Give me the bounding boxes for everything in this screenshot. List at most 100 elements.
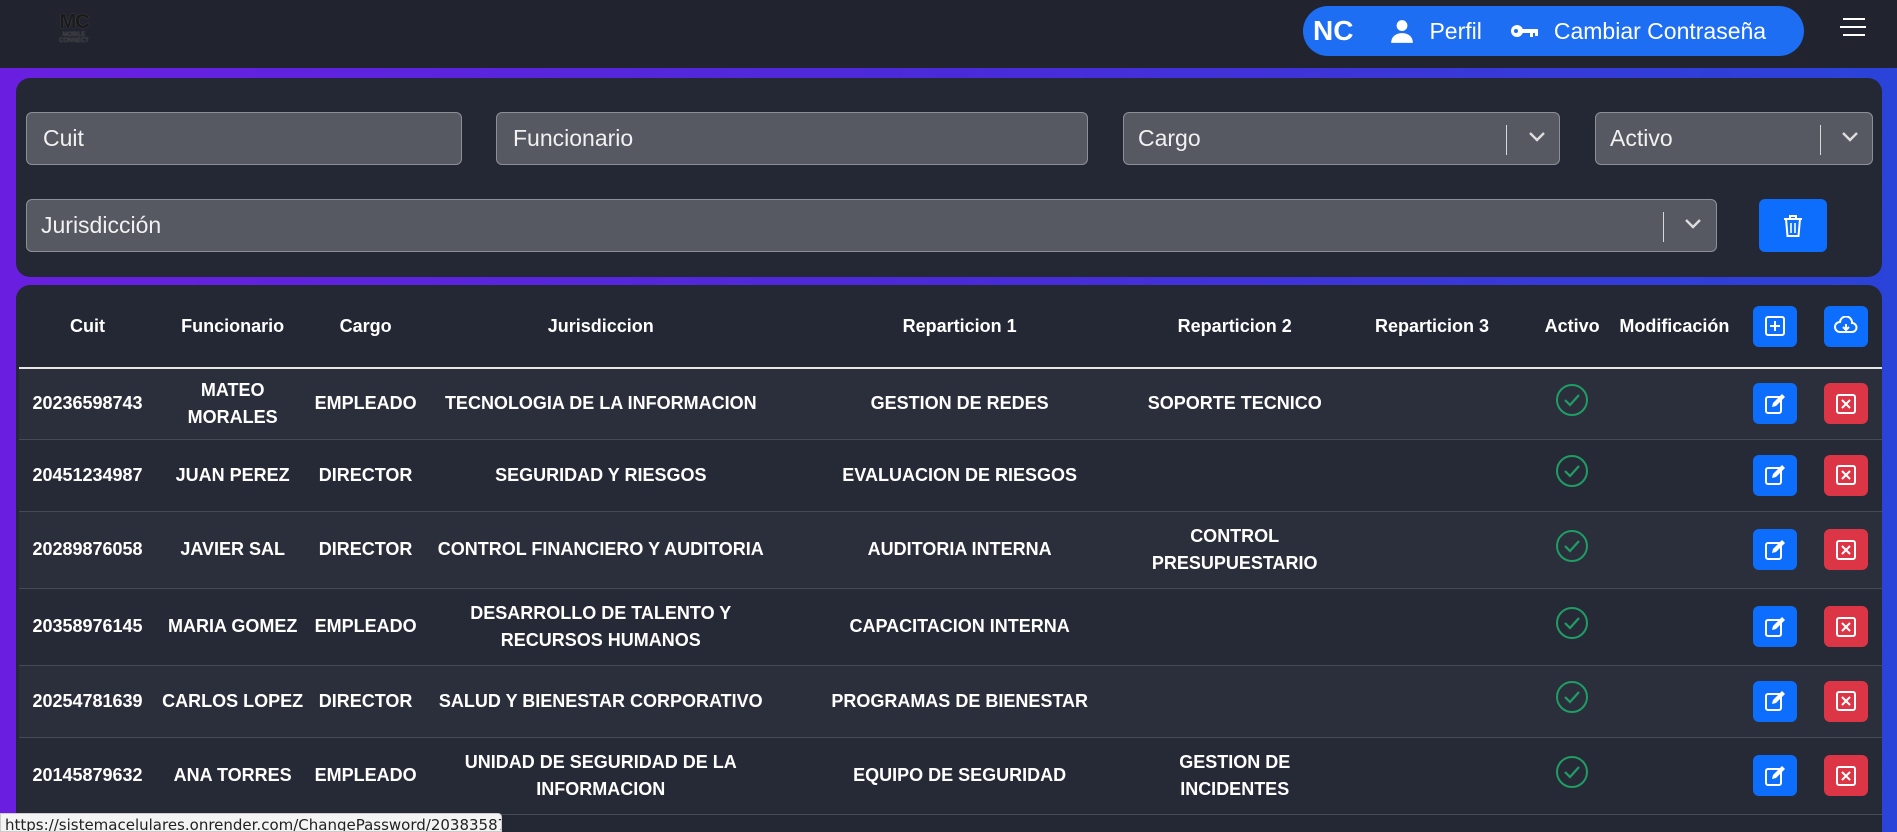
- funcionario-input[interactable]: [513, 125, 1087, 152]
- delete-cell: [1810, 737, 1882, 815]
- cell-jurisdiccion: DESARROLLO DE TALENTO Y RECURSOS HUMANOS: [421, 588, 780, 666]
- cell-modificacion: [1609, 439, 1739, 512]
- edit-button[interactable]: [1752, 680, 1797, 722]
- edit-button[interactable]: [1752, 606, 1797, 647]
- cell-cuit: 20358976145: [19, 588, 156, 666]
- delete-button[interactable]: [1824, 680, 1869, 722]
- x-square-icon: [1836, 539, 1857, 560]
- trash-icon: [1784, 214, 1802, 237]
- cell-reparticion-3: [1329, 665, 1535, 738]
- cell-activo: [1534, 588, 1610, 666]
- jurisdiccion-select-value: Jurisdicción: [41, 212, 162, 238]
- cuit-input[interactable]: [43, 125, 461, 152]
- check-circle-icon: [1556, 755, 1589, 788]
- hamburger-menu-icon[interactable]: [1840, 18, 1868, 40]
- cell-cuit: 20145879632: [19, 737, 156, 815]
- delete-button[interactable]: [1824, 606, 1869, 647]
- delete-button[interactable]: [1824, 529, 1869, 570]
- cell-reparticion-1: AUDITORIA INTERNA: [779, 511, 1140, 589]
- cell-cargo: EMPLEADO: [309, 737, 422, 815]
- col-header-reparticion-1[interactable]: Reparticion 1: [779, 285, 1140, 369]
- cell-reparticion-2: GESTION DE INCIDENTES: [1139, 737, 1330, 815]
- edit-cell: [1738, 665, 1811, 738]
- table-row: 20145879632 ANA TORRES EMPLEADO UNIDAD DE S…: [19, 737, 1882, 815]
- user-initials: NC: [1313, 15, 1354, 46]
- cargo-select[interactable]: Cargo: [1123, 112, 1560, 165]
- cell-reparticion-2: [1139, 665, 1330, 738]
- delete-button[interactable]: [1824, 755, 1869, 796]
- cell-modificacion: [1609, 665, 1739, 738]
- delete-button[interactable]: [1824, 383, 1869, 425]
- cuit-filter-field[interactable]: [26, 112, 462, 165]
- edit-button[interactable]: [1752, 383, 1797, 425]
- delete-cell: [1810, 665, 1882, 738]
- cell-reparticion-1: PROGRAMAS DE BIENESTAR: [779, 665, 1140, 738]
- cell-reparticion-2: [1139, 588, 1330, 666]
- cell-jurisdiccion: SALUD Y BIENESTAR CORPORATIVO: [421, 665, 780, 738]
- col-header-cuit[interactable]: Cuit: [19, 285, 156, 369]
- cell-reparticion-1: EQUIPO DE SEGURIDAD: [779, 737, 1140, 815]
- cell-funcionario: MATEO MORALES: [156, 368, 310, 440]
- col-header-jurisdiccion[interactable]: Jurisdiccion: [421, 285, 780, 369]
- check-circle-icon: [1556, 455, 1589, 487]
- edit-cell: [1738, 439, 1811, 512]
- add-official-button[interactable]: [1752, 305, 1797, 347]
- cell-cuit: 20451234987: [19, 439, 156, 512]
- download-button[interactable]: [1824, 305, 1869, 347]
- cell-funcionario: CARLOS LOPEZ: [156, 665, 310, 738]
- col-header-funcionario[interactable]: Funcionario: [156, 285, 310, 369]
- cell-cuit: 20289876058: [19, 511, 156, 589]
- cell-jurisdiccion: TECNOLOGIA DE LA INFORMACION: [421, 368, 780, 440]
- col-header-modificacion[interactable]: Modificación: [1609, 285, 1739, 369]
- cell-reparticion-3: [1329, 368, 1535, 440]
- logo-text: MC: [59, 11, 89, 33]
- col-header-reparticion-2[interactable]: Reparticion 2: [1139, 285, 1330, 369]
- cloud-download-icon: [1834, 316, 1858, 333]
- table-body: 20236598743 MATEO MORALES EMPLEADO TECNOLOG…: [19, 368, 1882, 815]
- profile-link[interactable]: Perfil: [1389, 18, 1482, 45]
- change-password-label: Cambiar Contraseña: [1553, 17, 1767, 44]
- cell-cargo: DIRECTOR: [309, 511, 422, 589]
- app-logo[interactable]: MC MOBILE CONNECT: [50, 12, 98, 48]
- cell-activo: [1534, 368, 1610, 440]
- edit-icon: [1764, 393, 1785, 414]
- edit-button[interactable]: [1752, 755, 1797, 796]
- x-square-icon: [1836, 765, 1857, 786]
- x-square-icon: [1836, 465, 1857, 485]
- cell-cuit: 20236598743: [19, 368, 156, 440]
- check-circle-icon: [1556, 529, 1589, 562]
- edit-button[interactable]: [1752, 454, 1797, 496]
- edit-icon: [1764, 539, 1785, 560]
- cell-activo: [1534, 511, 1610, 589]
- chevron-down-icon: [1685, 219, 1701, 229]
- funcionario-filter-field[interactable]: [496, 112, 1088, 165]
- cell-reparticion-1: CAPACITACION INTERNA: [779, 588, 1140, 666]
- col-header-cargo[interactable]: Cargo: [309, 285, 422, 369]
- cell-reparticion-3: [1329, 588, 1535, 666]
- top-navbar: MC MOBILE CONNECT NC Perfil Cambiar Cont…: [0, 0, 1897, 68]
- table-row: 20254781639 CARLOS LOPEZ DIRECTOR SALUD Y B…: [19, 665, 1882, 738]
- cell-cargo: DIRECTOR: [309, 439, 422, 512]
- delete-cell: [1810, 588, 1882, 666]
- x-square-icon: [1836, 393, 1857, 414]
- table-header-row: Cuit Funcionario Cargo Jurisdiccion Repa…: [19, 285, 1882, 369]
- check-circle-icon: [1556, 383, 1589, 416]
- activo-select[interactable]: Activo: [1595, 112, 1873, 165]
- jurisdiccion-select[interactable]: Jurisdicción: [26, 199, 1717, 252]
- edit-icon: [1764, 691, 1785, 711]
- add-cell: [1738, 285, 1811, 369]
- col-header-reparticion-3[interactable]: Reparticion 3: [1329, 285, 1535, 369]
- cell-reparticion-2: SOPORTE TECNICO: [1139, 368, 1330, 440]
- cell-cargo: DIRECTOR: [309, 665, 422, 738]
- delete-button[interactable]: [1824, 454, 1869, 496]
- clear-filters-button[interactable]: [1759, 199, 1827, 252]
- edit-cell: [1738, 737, 1811, 815]
- user-icon: [1391, 20, 1414, 43]
- col-header-activo[interactable]: Activo: [1534, 285, 1610, 369]
- cell-reparticion-1: EVALUACION DE RIESGOS: [779, 439, 1140, 512]
- change-password-link[interactable]: Cambiar Contraseña: [1510, 18, 1766, 45]
- edit-cell: [1738, 588, 1811, 666]
- edit-button[interactable]: [1752, 529, 1797, 570]
- cell-activo: [1534, 737, 1610, 815]
- activo-select-value: Activo: [1610, 125, 1673, 151]
